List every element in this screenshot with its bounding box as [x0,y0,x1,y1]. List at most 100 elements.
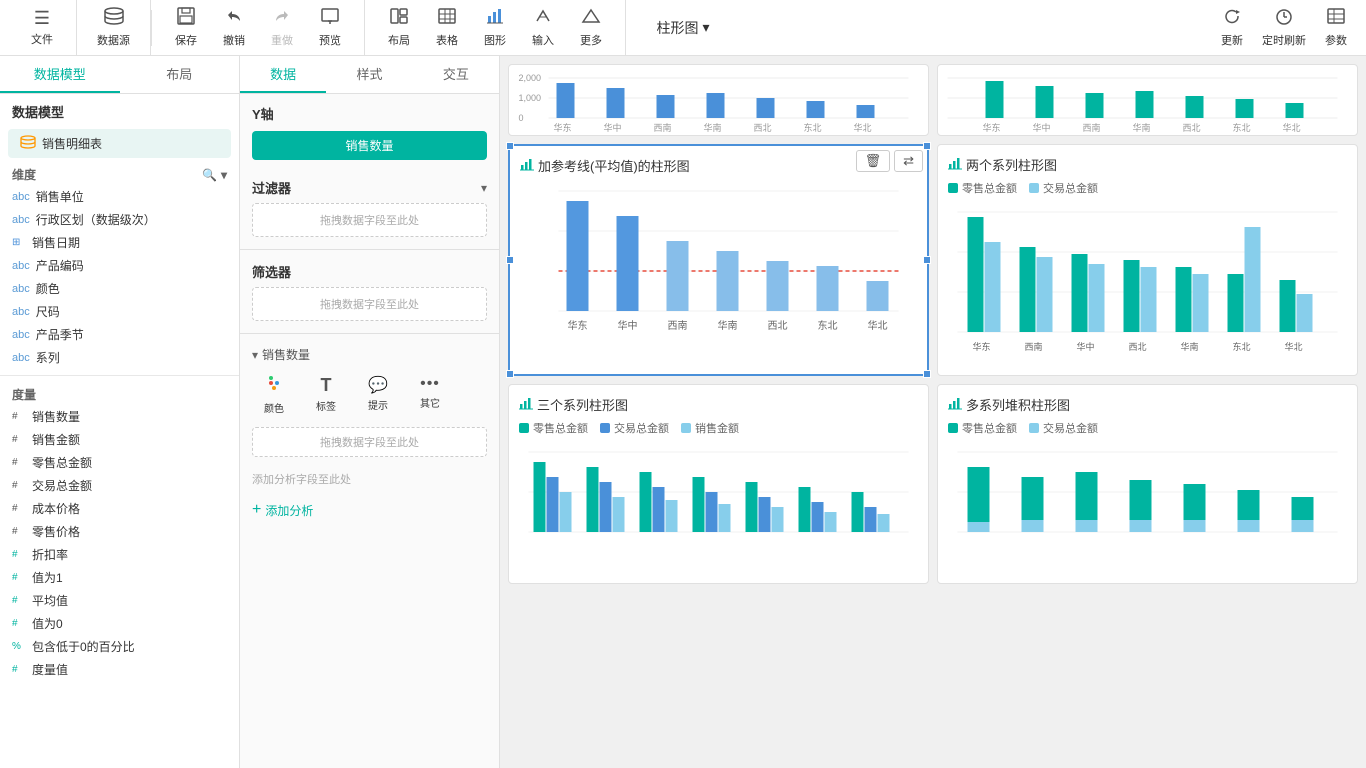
tab-layout[interactable]: 布局 [120,56,240,93]
field-row[interactable]: #零售价格 [0,520,239,543]
tooltip-btn[interactable]: 💬 提示 [356,371,400,419]
field-row[interactable]: %包含低于0的百分比 [0,635,239,658]
field-row[interactable]: # 销售金额 [0,428,239,451]
charts-grid: 🗑 ⇄ 加参考线(平均值)的柱形图 [500,136,1366,592]
field-type-icon: # [12,434,26,445]
chart-card-2[interactable]: 两个系列柱形图 零售总金额 交易总金额 [937,144,1358,376]
field-name: 产品编码 [36,257,84,274]
chart1-title-text: 加参考线(平均值)的柱形图 [538,156,690,175]
field-type-icon: # [12,503,26,514]
svg-text:西北: 西北 [1128,342,1146,352]
field-row[interactable]: #度量值 [0,658,239,681]
save-button[interactable]: 保存 [164,3,208,52]
middle-tabs: 数据 样式 交互 [240,56,499,94]
svg-text:华北: 华北 [868,319,888,332]
chart-card-1[interactable]: 🗑 ⇄ 加参考线(平均值)的柱形图 [508,144,929,376]
field-row[interactable]: abc产品编码 [0,254,239,277]
field-name: 销售数量 [32,408,80,425]
field-name: 包含低于0的百分比 [32,638,135,655]
other-btn[interactable]: ••• 其它 [408,371,452,419]
redo-button[interactable]: 重做 [260,3,304,52]
sel-handle-br[interactable] [923,370,931,378]
file-button[interactable]: ☰ 文件 [20,4,64,51]
chart-card-4[interactable]: 多系列堆积柱形图 零售总金额 交易总金额 [937,384,1358,584]
timer-button[interactable]: 定时刷新 [1254,3,1314,52]
chart4-title-text: 多系列堆积柱形图 [966,395,1070,414]
sel-handle-tl[interactable] [506,142,514,150]
chart-card-3[interactable]: 三个系列柱形图 零售总金额 交易总金额 销售金额 [508,384,929,584]
tab-style[interactable]: 样式 [326,56,412,93]
field-row[interactable]: #值为1 [0,566,239,589]
field-type-icon: abc [12,352,30,364]
field-name: 度量值 [32,661,68,678]
field-row[interactable]: #零售总金额 [0,451,239,474]
screener-drop-zone[interactable]: 拖拽数据字段至此处 [252,287,487,321]
field-row[interactable]: abc行政区划（数据级次） [0,208,239,231]
collapse-icon[interactable]: ▾ [221,168,227,182]
undo-button[interactable]: 撤销 [212,3,256,52]
measure-collapse-icon[interactable]: ▾ [252,348,258,362]
canvas-area: 2,000 1,000 0 华东 [500,56,1366,768]
sel-handle-ml[interactable] [506,256,514,264]
field-row[interactable]: #折扣率 [0,543,239,566]
field-row[interactable]: #销售数量 [0,405,239,428]
delete-chart-btn[interactable]: 🗑 [856,150,891,172]
sel-handle-mr[interactable] [923,256,931,264]
title-dropdown-icon[interactable]: ▾ [702,19,709,36]
sel-handle-tr[interactable] [923,142,931,150]
chart-button[interactable]: 图形 [473,3,517,52]
field-name: 系列 [36,349,60,366]
chart4-title-icon [948,396,962,413]
dimensions-header: 维度 🔍 ▾ [0,162,239,185]
legend-label-3-trade: 交易总金额 [614,420,669,436]
filter-collapse-btn[interactable]: ▾ [481,181,487,195]
add-icon: + [252,501,261,519]
field-row[interactable]: abc颜色 [0,277,239,300]
datasource-button[interactable]: 数据源 [89,3,138,52]
y-axis-title: Y轴 [252,104,487,123]
tab-interact[interactable]: 交互 [413,56,499,93]
field-row[interactable]: abc产品季节 [0,323,239,346]
svg-text:西南: 西南 [1082,122,1100,133]
field-name: 销售金额 [32,431,80,448]
update-button[interactable]: 更新 [1210,3,1254,52]
measure-drop-zone[interactable]: 拖拽数据字段至此处 [252,427,487,457]
undo-label: 撤销 [223,32,245,48]
edit-chart-btn[interactable]: ⇄ [894,150,923,172]
field-row[interactable]: ⊞销售日期 [0,231,239,254]
tab-data-model[interactable]: 数据模型 [0,56,120,93]
layout-button[interactable]: 布局 [377,3,421,52]
label-btn[interactable]: T 标签 [304,371,348,419]
field-row[interactable]: abc尺码 [0,300,239,323]
field-row[interactable]: abc销售单位 [0,185,239,208]
svg-text:华中: 华中 [1032,122,1050,133]
field-row[interactable]: #交易总金额 [0,474,239,497]
legend-item-4-trade: 交易总金额 [1029,420,1098,436]
input-button[interactable]: 输入 [521,3,565,52]
add-analysis-btn[interactable]: + 添加分析 [240,493,499,527]
svg-text:华南: 华南 [1180,341,1198,352]
search-icon[interactable]: 🔍 [202,168,217,182]
color-btn[interactable]: 颜色 [252,371,296,419]
preview-icon [320,7,340,30]
data-table-item[interactable]: 销售明细表 [8,129,231,158]
chart-label: 图形 [484,32,506,48]
table-button[interactable]: 表格 [425,3,469,52]
label-icon: T [321,375,332,396]
field-row[interactable]: abc 系列 [0,346,239,369]
filter-drop-zone[interactable]: 拖拽数据字段至此处 [252,203,487,237]
measures-header: 度量 [0,382,239,405]
preview-button[interactable]: 预览 [308,3,352,52]
params-button[interactable]: 参数 [1314,3,1358,52]
field-row[interactable]: #值为0 [0,612,239,635]
tab-data[interactable]: 数据 [240,56,326,93]
chart-overlay-btns: 🗑 ⇄ [856,150,923,172]
legend-item-retail: 零售总金额 [948,180,1017,196]
sel-handle-bl[interactable] [506,370,514,378]
field-row[interactable]: #平均值 [0,589,239,612]
chart4-svg [948,442,1347,542]
y-axis-chip[interactable]: 销售数量 [252,131,487,160]
field-row[interactable]: #成本价格 [0,497,239,520]
dimensions-section: 维度 🔍 ▾ abc销售单位 abc行政区划（数据级次） ⊞销售日期 abc产品… [0,158,239,373]
more-button[interactable]: 更多 [569,3,613,52]
